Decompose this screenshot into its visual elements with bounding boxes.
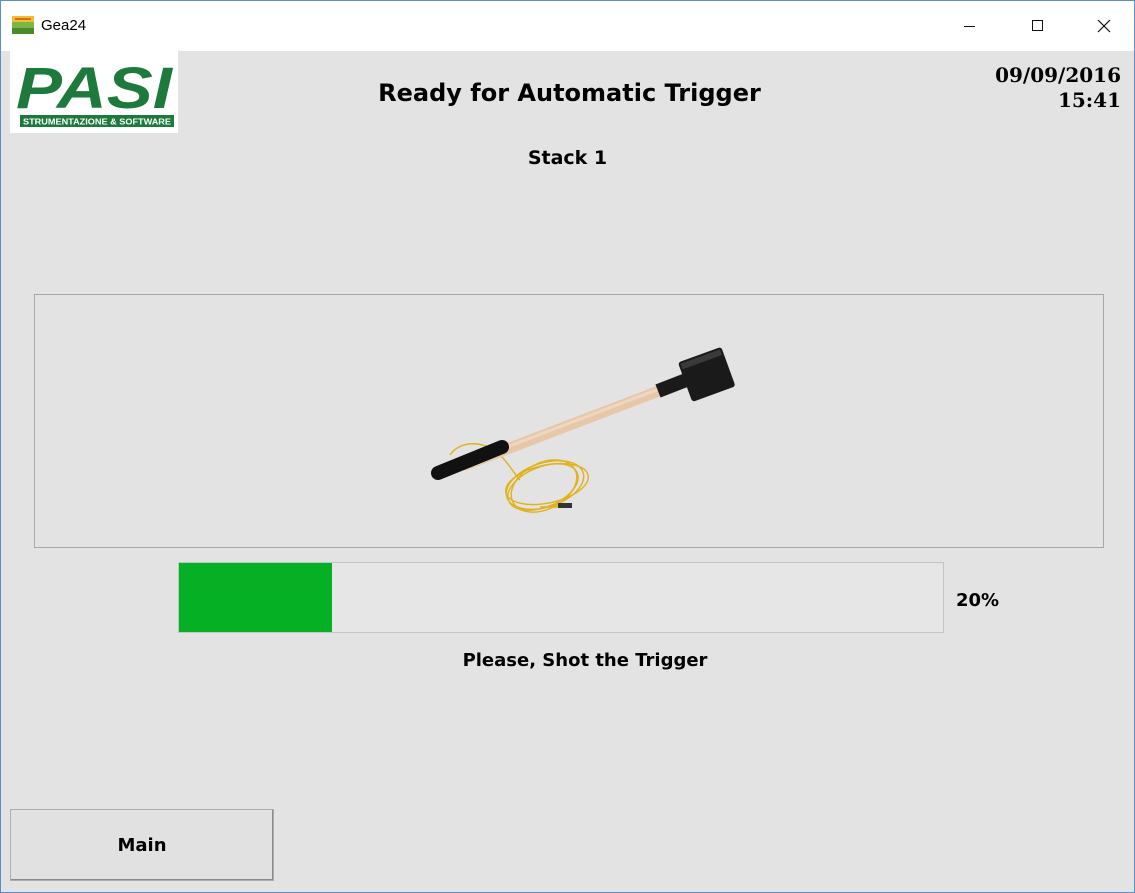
minimize-icon: [964, 26, 975, 27]
date-text: 09/09/2016: [995, 63, 1121, 87]
logo-tagline: STRUMENTAZIONE & SOFTWARE: [23, 118, 172, 127]
sledgehammer-trigger-icon: [431, 347, 735, 513]
app-icon: [12, 16, 34, 34]
stack-label: Stack 1: [527, 147, 608, 169]
minimize-button[interactable]: [945, 1, 995, 51]
page-title: Ready for Automatic Trigger: [378, 79, 761, 107]
time-text: 15:41: [1057, 88, 1121, 112]
close-icon: [1097, 19, 1111, 33]
datetime-display: 09/09/2016 15:41: [995, 63, 1121, 113]
main-button[interactable]: Main: [10, 809, 274, 881]
window-title: Gea24: [41, 17, 87, 34]
title-bar[interactable]: Gea24: [1, 1, 1134, 51]
progress-percent: 20%: [956, 590, 1000, 611]
app-window: Gea24 PASI STRUMENTAZIONE & SOFTWARE Rea…: [0, 0, 1135, 893]
maximize-button[interactable]: [1013, 1, 1063, 51]
status-message: Please, Shot the Trigger: [462, 650, 708, 671]
image-panel: [34, 294, 1104, 548]
progress-bar: [178, 562, 944, 633]
maximize-icon: [1032, 20, 1043, 31]
close-button[interactable]: [1079, 1, 1129, 51]
progress-bar-fill: [179, 563, 332, 632]
